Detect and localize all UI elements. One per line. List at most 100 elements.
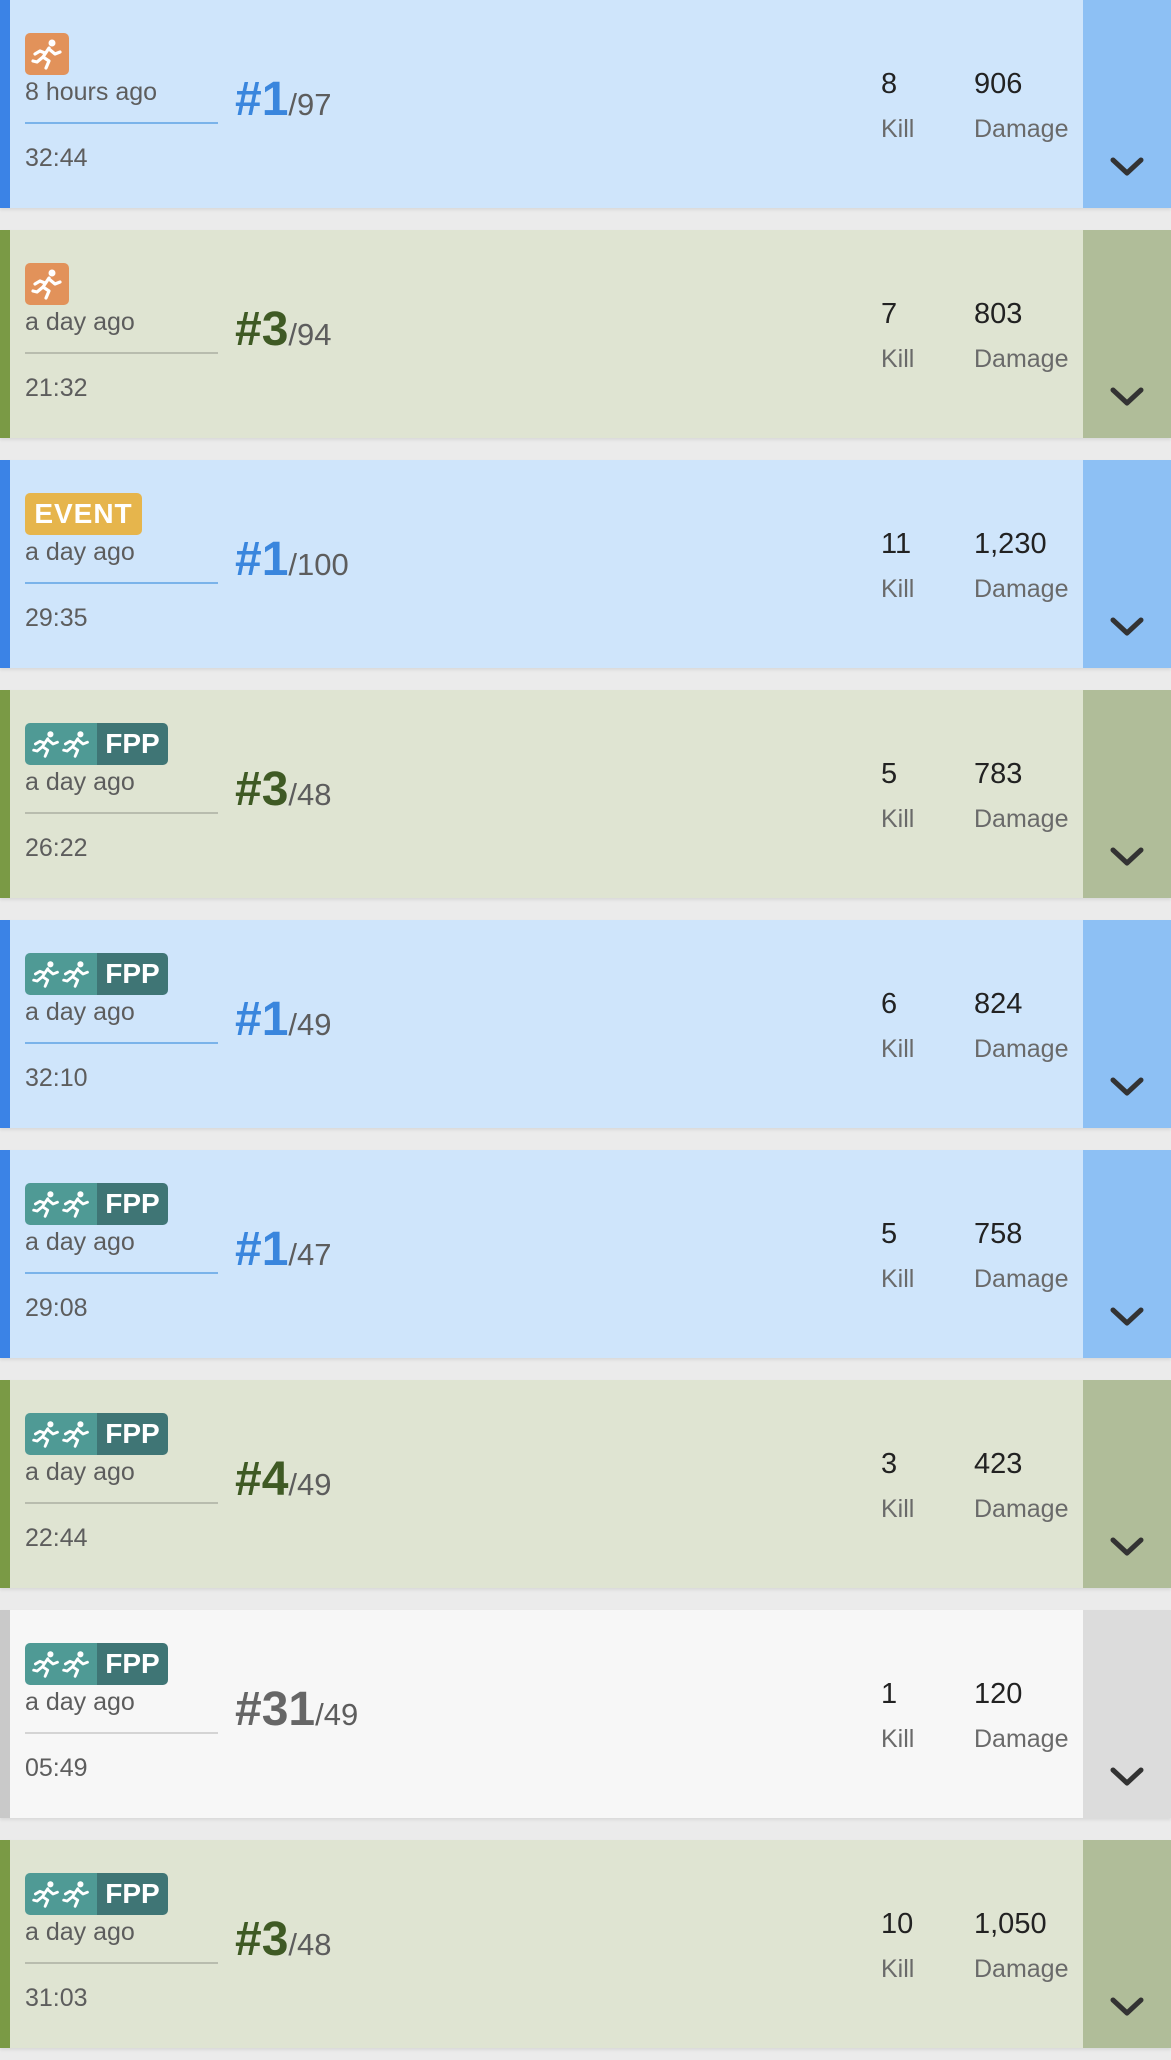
duo-runners-icon (25, 1873, 97, 1915)
kill-value: 5 (881, 758, 898, 790)
damage-value: 423 (974, 1448, 1023, 1480)
rank-position: #1 (235, 1223, 289, 1276)
runner-icon (32, 1881, 59, 1908)
match-row[interactable]: FPP a day ago 05:49 #31/49 1 Kill 120 Da… (0, 1610, 1171, 1818)
damage-value: 906 (974, 68, 1023, 100)
rank-position: #1 (235, 533, 289, 586)
rank-position: #3 (235, 1913, 289, 1966)
match-row[interactable]: FPP a day ago 22:44 #4/49 3 Kill 423 Dam… (0, 1380, 1171, 1588)
damage-label: Damage (974, 1495, 1069, 1523)
rank-position: #4 (235, 1453, 289, 1506)
fpp-label: FPP (97, 1183, 168, 1225)
expand-button[interactable] (1083, 0, 1171, 208)
match-summary[interactable]: FPP a day ago 05:49 #31/49 1 Kill 120 Da… (10, 1610, 1083, 1818)
result-stripe (0, 920, 10, 1128)
runner-icon (32, 1651, 59, 1678)
match-row[interactable]: FPP a day ago 26:22 #3/48 5 Kill 783 Dam… (0, 690, 1171, 898)
match-summary[interactable]: FPP a day ago 31:03 #3/48 10 Kill 1,050 … (10, 1840, 1083, 2048)
kill-label: Kill (881, 345, 915, 373)
kill-label: Kill (881, 1495, 915, 1523)
rank: #3/48 (235, 1912, 332, 1967)
damage-label: Damage (974, 575, 1069, 603)
expand-button[interactable] (1083, 690, 1171, 898)
result-stripe (0, 230, 10, 438)
kill-label: Kill (881, 1265, 915, 1293)
divider (25, 1272, 218, 1274)
chevron-down-icon (1110, 1537, 1144, 1556)
fpp-label: FPP (97, 1873, 168, 1915)
expand-button[interactable] (1083, 920, 1171, 1128)
fpp-label: FPP (97, 723, 168, 765)
match-summary[interactable]: FPP a day ago 32:10 #1/49 6 Kill 824 Dam… (10, 920, 1083, 1128)
runner-icon (62, 1421, 89, 1448)
damage-value: 803 (974, 298, 1023, 330)
rank: #3/94 (235, 302, 332, 357)
rank-total: /49 (288, 1467, 332, 1502)
match-summary[interactable]: a day ago 21:32 #3/94 7 Kill 803 Damage (10, 230, 1083, 438)
kill-label: Kill (881, 575, 915, 603)
runner-icon (62, 961, 89, 988)
result-stripe (0, 460, 10, 668)
kill-value: 3 (881, 1448, 898, 1480)
time-ago: 8 hours ago (25, 78, 158, 106)
match-row[interactable]: FPP a day ago 32:10 #1/49 6 Kill 824 Dam… (0, 920, 1171, 1128)
expand-button[interactable] (1083, 460, 1171, 668)
result-stripe (0, 1150, 10, 1358)
expand-button[interactable] (1083, 1610, 1171, 1818)
match-duration: 32:10 (25, 1064, 88, 1092)
result-stripe (0, 690, 10, 898)
expand-button[interactable] (1083, 1380, 1171, 1588)
kill-value: 8 (881, 68, 898, 100)
match-duration: 29:08 (25, 1294, 88, 1322)
rank-total: /49 (288, 1007, 332, 1042)
rank-total: /94 (288, 317, 332, 352)
damage-label: Damage (974, 345, 1069, 373)
match-row[interactable]: FPP a day ago 31:03 #3/48 10 Kill 1,050 … (0, 1840, 1171, 2048)
runner-icon (32, 1191, 59, 1218)
duo-fpp-badge: FPP (25, 1643, 168, 1685)
match-duration: 29:35 (25, 604, 88, 632)
rank-position: #3 (235, 763, 289, 816)
result-stripe (0, 1610, 10, 1818)
rank: #4/49 (235, 1452, 332, 1507)
kill-value: 7 (881, 298, 898, 330)
match-row[interactable]: a day ago 21:32 #3/94 7 Kill 803 Damage (0, 230, 1171, 438)
kill-value: 5 (881, 1218, 898, 1250)
expand-button[interactable] (1083, 230, 1171, 438)
match-summary[interactable]: FPP a day ago 22:44 #4/49 3 Kill 423 Dam… (10, 1380, 1083, 1588)
divider (25, 1732, 218, 1734)
match-summary[interactable]: FPP a day ago 29:08 #1/47 5 Kill 758 Dam… (10, 1150, 1083, 1358)
damage-label: Damage (974, 805, 1069, 833)
rank: #31/49 (235, 1682, 358, 1737)
match-row[interactable]: EVENT a day ago 29:35 #1/100 11 Kill 1,2… (0, 460, 1171, 668)
duo-runners-icon (25, 1413, 97, 1455)
divider (25, 1502, 218, 1504)
rank-position: #1 (235, 993, 289, 1046)
match-summary[interactable]: EVENT a day ago 29:35 #1/100 11 Kill 1,2… (10, 460, 1083, 668)
damage-label: Damage (974, 1035, 1069, 1063)
match-duration: 05:49 (25, 1754, 88, 1782)
damage-value: 1,050 (974, 1908, 1047, 1940)
expand-button[interactable] (1083, 1150, 1171, 1358)
match-summary[interactable]: FPP a day ago 26:22 #3/48 5 Kill 783 Dam… (10, 690, 1083, 898)
expand-button[interactable] (1083, 1840, 1171, 2048)
damage-value: 758 (974, 1218, 1023, 1250)
match-duration: 32:44 (25, 144, 88, 172)
rank-total: /49 (315, 1697, 359, 1732)
match-row[interactable]: FPP a day ago 29:08 #1/47 5 Kill 758 Dam… (0, 1150, 1171, 1358)
damage-label: Damage (974, 1265, 1069, 1293)
damage-value: 1,230 (974, 528, 1047, 560)
kill-value: 1 (881, 1678, 898, 1710)
duo-fpp-badge: FPP (25, 1183, 168, 1225)
match-duration: 31:03 (25, 1984, 88, 2012)
divider (25, 352, 218, 354)
rank-total: /97 (288, 87, 332, 122)
runner-icon (32, 1421, 59, 1448)
duo-runners-icon (25, 1183, 97, 1225)
match-row[interactable]: 8 hours ago 32:44 #1/97 8 Kill 906 Damag… (0, 0, 1171, 208)
duo-runners-icon (25, 723, 97, 765)
result-stripe (0, 1380, 10, 1588)
runner-icon (62, 731, 89, 758)
match-duration: 21:32 (25, 374, 88, 402)
match-summary[interactable]: 8 hours ago 32:44 #1/97 8 Kill 906 Damag… (10, 0, 1083, 208)
